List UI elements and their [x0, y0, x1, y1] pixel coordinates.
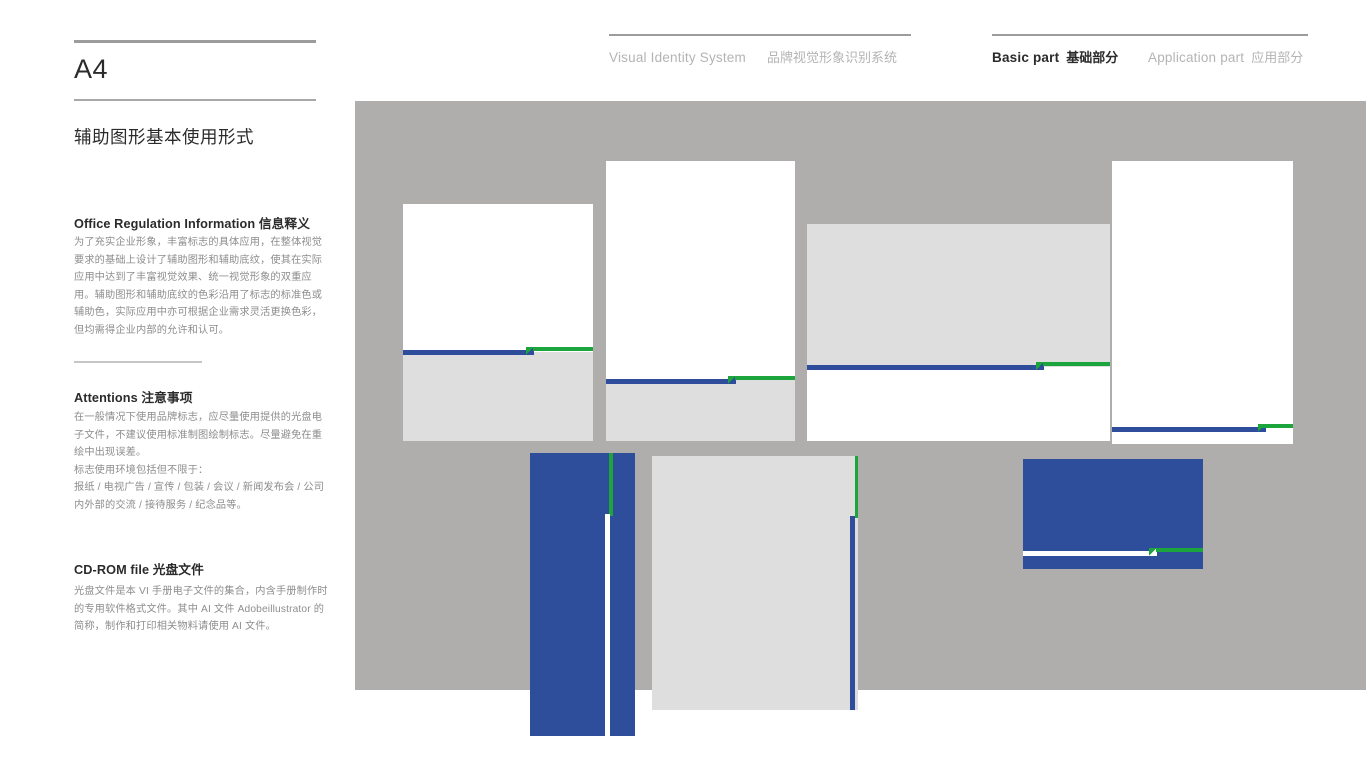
card-white-tall-4[interactable]	[1112, 161, 1293, 444]
sec1-head-en: Office Regulation Information	[74, 217, 256, 231]
card-white-gray-2[interactable]	[606, 161, 795, 441]
bar-primary	[606, 379, 732, 384]
bar-primary	[1023, 551, 1153, 556]
header-vis-cn: 品牌视觉形象识别系统	[766, 50, 897, 65]
sec2-head-en: Attentions	[74, 391, 138, 405]
sec3-head-cn: 光盘文件	[152, 563, 204, 577]
bar-accent	[735, 376, 795, 380]
title-rule-bottom	[74, 99, 316, 101]
sec1-head-cn: 信息释义	[258, 217, 311, 231]
nav-basic-en: Basic part	[992, 50, 1060, 65]
header-vis-en: Visual Identity System	[609, 50, 746, 65]
nav-app-cn: 应用部分	[1251, 50, 1304, 65]
page-code: A4	[74, 54, 109, 84]
section-body-office-regulation: 为了充实企业形象，丰富标志的具体应用，在整体视觉要求的基础上设计了辅助图形和辅助…	[74, 237, 323, 336]
card-blue-wide-7[interactable]	[1023, 459, 1203, 569]
vi-manual-page: Visual Identity System 品牌视觉形象识别系统 Basic …	[0, 0, 1366, 768]
bar-accent	[533, 347, 593, 351]
section-heading-cdrom-file: CD-ROM file 光盘文件	[74, 559, 204, 578]
card-blue-vertical-5[interactable]	[530, 453, 635, 736]
nav-tab-basic-part[interactable]: Basic part 基础部分	[992, 34, 1127, 66]
section-heading-attentions: Attentions 注意事项	[74, 387, 193, 406]
nav-tab-application-part[interactable]: Application part 应用部分	[1148, 34, 1308, 66]
card-white-gray-1[interactable]	[403, 204, 593, 441]
section-divider	[74, 361, 202, 363]
bar-accent	[1043, 362, 1110, 366]
bar-accent	[609, 453, 613, 516]
graphic-showcase-canvas	[355, 101, 1366, 736]
page-title: 辅助图形基本使用形式	[74, 127, 254, 147]
bar-accent	[1156, 548, 1203, 552]
bar-primary	[403, 350, 530, 355]
nav-app-en: Application part	[1148, 50, 1245, 65]
sec3-head-en: CD-ROM file	[74, 563, 150, 577]
bar-primary	[850, 516, 855, 710]
bar-primary	[1112, 427, 1262, 432]
card-gray-white-3[interactable]	[807, 224, 1110, 441]
header-visual-identity: Visual Identity System 品牌视觉形象识别系统	[609, 34, 911, 66]
title-rule-top	[74, 40, 316, 43]
section-body-cdrom-file: 光盘文件是本 VI 手册电子文件的集合，内含手册制作时的专用软件格式文件。其中 …	[74, 586, 328, 633]
bar-primary	[605, 514, 610, 736]
section-heading-office-regulation: Office Regulation Information 信息释义	[74, 213, 310, 232]
card-4-bar-accent-overflow	[1258, 424, 1293, 428]
sec2-head-cn: 注意事项	[141, 391, 193, 405]
bar-primary	[807, 365, 1040, 370]
bar-accent	[855, 456, 858, 518]
nav-basic-cn: 基础部分	[1066, 50, 1119, 65]
card-gray-vertical-6[interactable]	[652, 456, 858, 710]
section-body-attentions: 在一般情况下使用品牌标志，应尽量使用提供的光盘电子文件，不建议使用标准制图绘制标…	[74, 412, 325, 511]
